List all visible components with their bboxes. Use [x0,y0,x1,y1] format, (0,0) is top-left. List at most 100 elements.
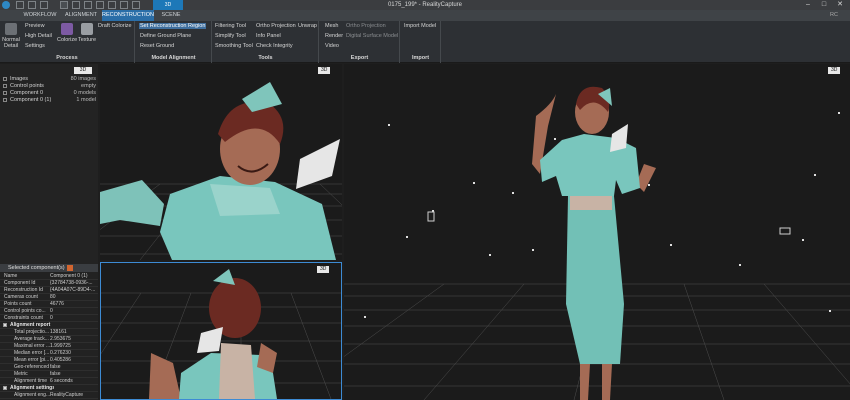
property-value: 0.405286 [50,357,71,363]
property-row[interactable]: Total projectio... 138161 [0,329,98,336]
property-row[interactable]: Component Id {32784738-0936-... [0,280,98,287]
model-alignment-group-label: Model Alignment [151,55,196,61]
colorize-button[interactable]: Colorize [57,23,77,43]
property-value: 0.276230 [50,350,71,356]
settings-button[interactable]: Settings [25,43,45,49]
property-row[interactable]: Geo-referenced false [0,364,98,371]
property-value: Component 0 (1) [50,273,88,279]
ribbon-group-process: Normal Detail Preview High Detail Settin… [0,21,135,63]
property-key: Control points co... [4,308,46,314]
collapse-icon[interactable] [3,323,7,327]
colorize-icon [61,23,73,35]
property-row[interactable]: Points count 46776 [0,301,98,308]
tree-item-value: empty [81,83,96,89]
export-group-label: Export [350,55,369,61]
main-tabs: WORKFLOW ALIGNMENT RECONSTRUCTION SCENE … [0,10,850,21]
property-key: Points count [4,301,32,307]
viewport-top-left-scene [100,82,342,260]
expand-icon[interactable] [3,84,7,88]
mesh-export-button[interactable]: Mesh [325,23,338,29]
unwrap-button[interactable]: Unwrap [298,23,317,29]
tree-item-value: 80 images [70,76,96,82]
property-value: false [50,371,61,377]
property-row[interactable]: Average track... 2.953675 [0,336,98,343]
video-button[interactable]: Video [325,43,339,49]
property-section[interactable]: Alignment report [0,322,98,329]
property-value: 1.999725 [50,343,71,349]
ortho-projection-export-button[interactable]: Ortho Projection [346,23,386,29]
tree-item-control-points[interactable]: Control points empty [0,83,98,90]
tree-panel-badge[interactable]: 3D [74,67,92,74]
viewport-main[interactable]: 3D [344,64,850,400]
property-row[interactable]: Constraints count 0 [0,315,98,322]
tree-item-value: 0 models [73,90,96,96]
tab-reconstruction[interactable]: RECONSTRUCTION [102,10,154,21]
property-row[interactable]: Metric false [0,371,98,378]
property-row[interactable]: Control points co... 0 [0,308,98,315]
check-integrity-button[interactable]: Check Integrity [256,43,293,49]
colorize-label: Colorize [57,37,78,43]
import-model-button[interactable]: Import Model [404,23,436,29]
tree-item-component-0[interactable]: Component 0 0 models [0,90,98,97]
tree-item-images[interactable]: Images 80 images [0,76,98,83]
property-key: Alignment settings [10,385,54,391]
expand-icon[interactable] [3,98,7,102]
reset-ground-button[interactable]: Reset Ground [140,43,174,49]
property-row[interactable]: Cameras count 80 [0,294,98,301]
tab-scene[interactable]: SCENE [156,10,186,21]
property-row[interactable]: Maximal error ... 1.999725 [0,343,98,350]
properties-header-label: Selected component(s) [8,265,65,271]
tree-item-label: Component 0 (1) [10,97,52,103]
gear-icon [5,23,17,35]
digital-surface-model-button[interactable]: Digital Surface Model [346,33,398,39]
define-ground-plane-button[interactable]: Define Ground Plane [140,33,191,39]
maximize-button[interactable]: □ [816,0,832,10]
preview-button[interactable]: Preview [25,23,45,29]
texture-label: Texture [78,37,97,43]
info-panel-button[interactable]: Info Panel [256,33,281,39]
set-reconstruction-region-button[interactable]: Set Reconstruction Region [139,23,207,29]
minimize-button[interactable]: – [800,0,816,10]
viewport-top-left[interactable]: 3D [100,64,342,260]
property-value: 0 [50,315,53,321]
expand-icon[interactable] [3,77,7,81]
draft-colorize-button[interactable]: Draft Colorize [98,23,132,29]
property-key: Reconstruction Id [4,287,43,293]
property-row[interactable]: Alignment eng... RealityCapture [0,392,98,399]
ribbon: Normal Detail Preview High Detail Settin… [0,21,850,63]
ortho-projection-tool-button[interactable]: Ortho Projection [256,23,296,29]
tab-workflow[interactable]: WORKFLOW [20,10,60,21]
close-button[interactable]: ✕ [832,0,848,10]
tools-group-label: Tools [258,55,273,61]
collapse-icon[interactable] [3,386,7,390]
property-row[interactable]: Reconstruction Id {4A04A07C-89D4-... [0,287,98,294]
viewport-badge[interactable]: 3D [318,67,331,74]
tab-alignment[interactable]: ALIGNMENT [62,10,100,21]
property-section[interactable]: Alignment settings [0,385,98,392]
normal-detail-button[interactable]: Normal Detail [2,23,20,49]
property-key: Alignment report [10,322,51,328]
simplify-tool-button[interactable]: Simplify Tool [215,33,246,39]
texture-button[interactable]: Texture [78,23,96,43]
ribbon-group-tools: Filtering Tool Simplify Tool Smoothing T… [213,21,319,63]
property-key: Component Id [4,280,36,286]
smoothing-tool-button[interactable]: Smoothing Tool [215,43,253,49]
property-row[interactable]: Median error [... 0.276230 [0,350,98,357]
property-value: false [50,364,61,370]
render-button[interactable]: Render [325,33,343,39]
high-detail-button[interactable]: High Detail [25,33,52,39]
filtering-tool-button[interactable]: Filtering Tool [215,23,246,29]
viewport-badge[interactable]: 3D [317,266,330,273]
tree-item-component-0-1[interactable]: Component 0 (1) 1 model [0,97,98,104]
expand-icon[interactable] [3,91,7,95]
close-panel-icon[interactable] [67,265,73,271]
property-row[interactable]: Alignment time 6 seconds [0,378,98,385]
property-row[interactable]: Name Component 0 (1) [0,273,98,280]
properties-panel: Selected component(s) Name Component 0 (1… [0,264,98,400]
viewport-bottom-left[interactable]: 3D [100,262,342,400]
viewport-bottom-left-scene [101,269,341,399]
user-badge[interactable]: RC [830,10,838,21]
viewport-main-scene [344,86,850,400]
property-row[interactable]: Mean error [pi... 0.405286 [0,357,98,364]
viewport-badge[interactable]: 3D [828,67,841,74]
